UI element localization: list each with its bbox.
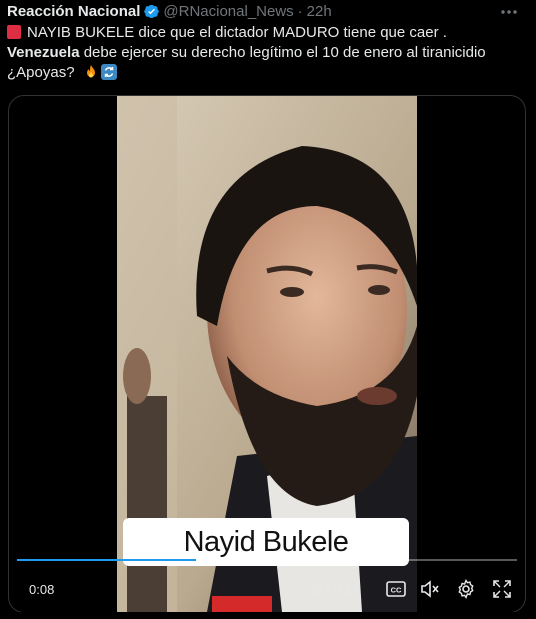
settings-gear-icon[interactable]: [455, 578, 477, 600]
video-player[interactable]: Nayid Bukele 0:08 0:05 / 0:14 CC: [8, 95, 526, 613]
current-time: 0:05: [297, 582, 323, 597]
tweet-line-3: ¿Apoyas?: [7, 63, 522, 83]
video-frame[interactable]: Nayid Bukele: [117, 96, 417, 612]
timestamp[interactable]: 22h: [307, 3, 332, 20]
bottom-strip: [0, 612, 536, 619]
elapsed-time-label: 0:08: [29, 582, 55, 597]
tweet-line-3-text: ¿Apoyas?: [7, 64, 75, 81]
tweet-line-2-text: debe ejercer su derecho legítimo el 10 d…: [79, 44, 486, 61]
closed-captions-icon[interactable]: CC: [385, 578, 407, 600]
fullscreen-icon[interactable]: [491, 578, 513, 600]
verified-badge-icon[interactable]: [143, 3, 160, 20]
tweet-line-2: Venezuela debe ejercer su derecho legíti…: [7, 43, 522, 63]
author-name[interactable]: Reacción Nacional: [7, 3, 140, 20]
tweet-bold-word: Venezuela: [7, 44, 80, 61]
counterclockwise-arrows-emoji-icon: [100, 64, 117, 80]
time-separator: /: [322, 582, 334, 597]
tweet-line-1-text: NAYIB BUKELE dice que el dictador MADURO…: [27, 24, 447, 41]
tweet-text: NAYIB BUKELE dice que el dictador MADURO…: [7, 23, 522, 83]
duration: 0:14: [333, 582, 359, 597]
author-handle[interactable]: @RNacional_News: [163, 3, 293, 20]
more-options-icon[interactable]: [499, 3, 519, 21]
mute-icon[interactable]: [419, 578, 441, 600]
closed-captions-label: CC: [391, 586, 402, 595]
fire-emoji-icon: [86, 65, 95, 78]
tweet-header: Reacción Nacional @RNacional_News · 22h: [7, 0, 527, 22]
red-square-emoji-icon: [7, 25, 21, 39]
time-readout: 0:05 / 0:14: [297, 582, 358, 597]
progress-bar[interactable]: [17, 559, 517, 561]
progress-bar-fill: [17, 559, 196, 561]
tweet-line-1: NAYIB BUKELE dice que el dictador MADURO…: [7, 23, 522, 43]
separator-dot: ·: [297, 2, 303, 20]
